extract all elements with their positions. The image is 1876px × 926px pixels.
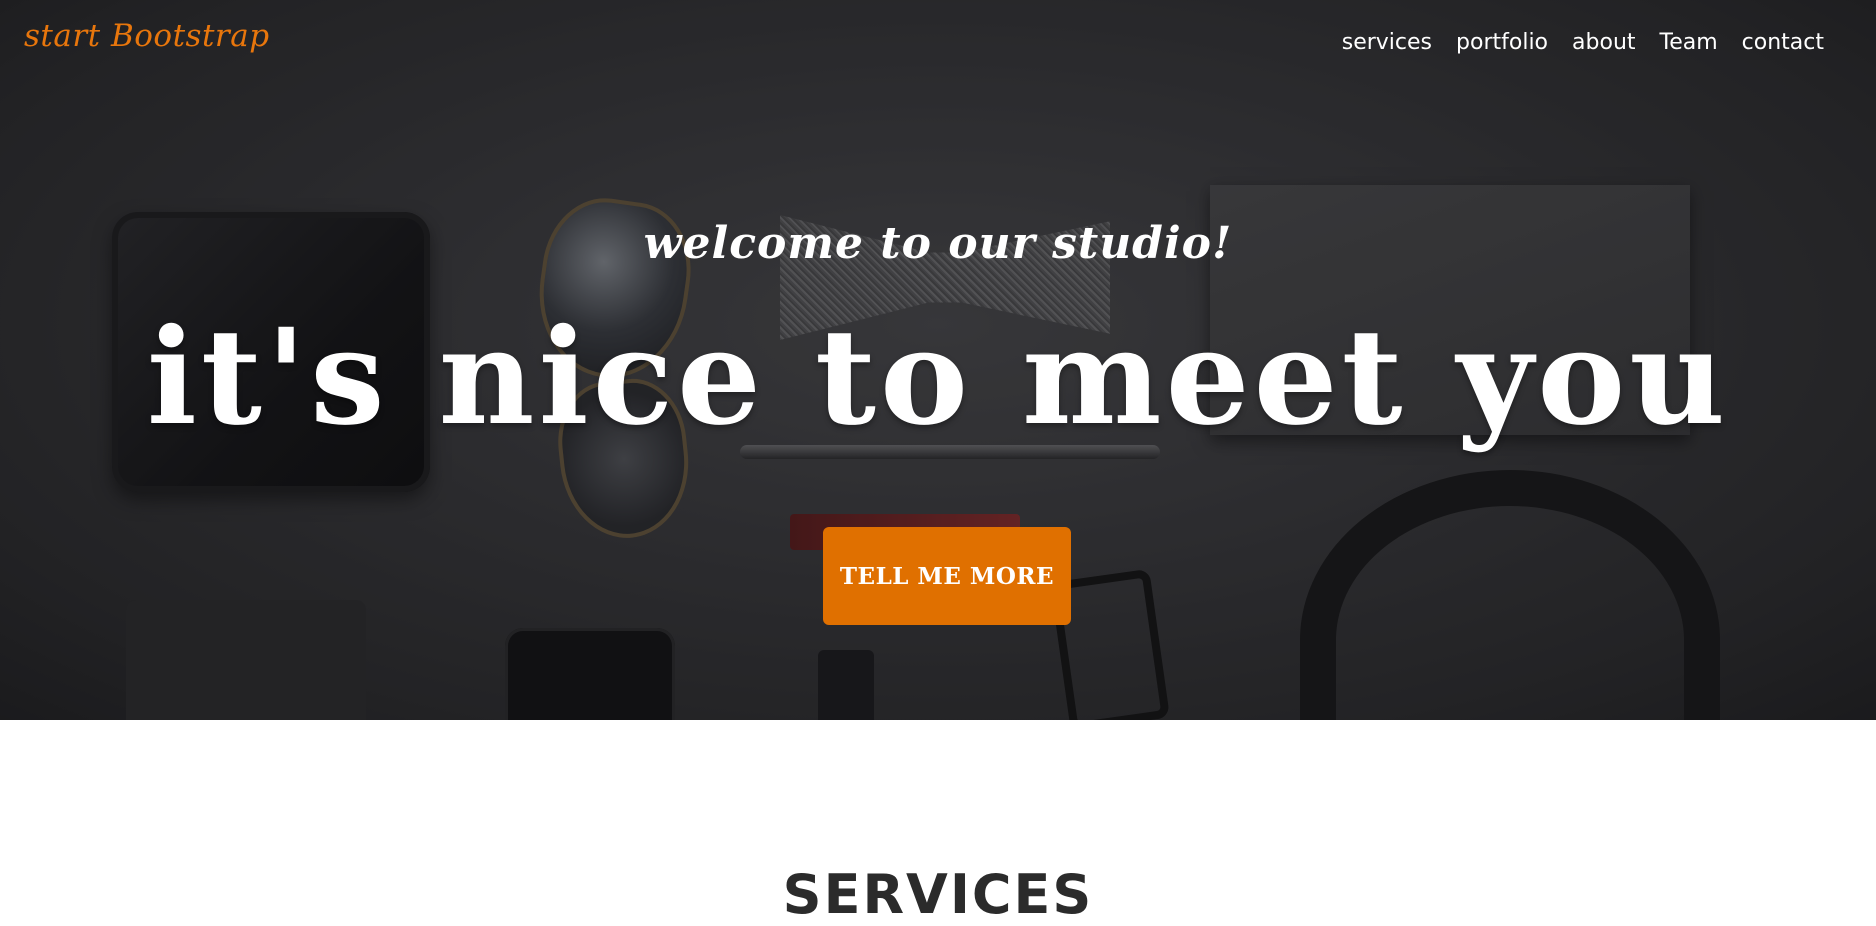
nav-item-services[interactable]: services: [1330, 26, 1444, 60]
nav-item-about[interactable]: about: [1560, 26, 1647, 60]
brand-logo[interactable]: start Bootstrap: [24, 18, 270, 54]
main-nav: services portfolio about Team contact: [1330, 26, 1836, 60]
nav-item-portfolio[interactable]: portfolio: [1444, 26, 1560, 60]
nav-item-team[interactable]: Team: [1648, 26, 1730, 60]
services-heading: SERVICES: [782, 862, 1094, 926]
tell-me-more-button[interactable]: TELL ME MORE: [823, 527, 1071, 625]
hero-section: start Bootstrap services portfolio about…: [0, 0, 1876, 720]
nav-item-contact[interactable]: contact: [1730, 26, 1836, 60]
hero-headline: it's nice to meet you: [146, 300, 1730, 455]
hero-subtitle: welcome to our studio!: [643, 218, 1233, 269]
